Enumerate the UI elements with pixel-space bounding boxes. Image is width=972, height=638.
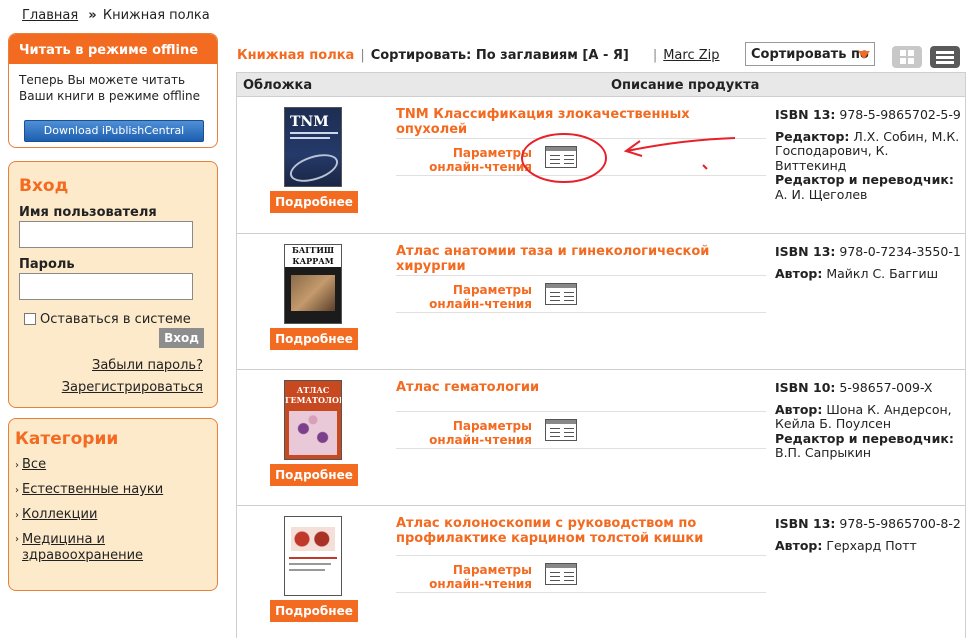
login-title: Вход: [19, 176, 69, 196]
column-header-cover: Обложка: [243, 78, 313, 93]
category-item: › Естественные науки: [15, 482, 217, 499]
username-input[interactable]: [19, 221, 193, 248]
password-input[interactable]: [19, 273, 193, 300]
author-value: Майкл С. Баггиш: [826, 265, 939, 281]
translator-value: А. И. Щеголев: [775, 186, 868, 202]
isbn-label: ISBN 10:: [775, 380, 836, 395]
author-label: Автор:: [775, 537, 823, 553]
author-label: Автор:: [775, 401, 823, 417]
isbn-value: 978-5-9865700-8-2: [839, 516, 961, 531]
bullet-icon: ›: [15, 485, 19, 496]
details-button[interactable]: Подробнее: [270, 328, 358, 350]
bullet-icon: ›: [15, 460, 19, 471]
isbn-label: ISBN 13:: [775, 107, 836, 122]
details-button[interactable]: Подробнее: [270, 191, 358, 213]
login-button[interactable]: Вход: [159, 328, 204, 348]
reader-settings-icon[interactable]: [545, 146, 577, 168]
book-cover-image[interactable]: TNM: [284, 107, 342, 187]
editor-label: Редактор:: [775, 128, 850, 144]
toolbar-divider: |: [360, 48, 365, 63]
marc-zip-link[interactable]: Marc Zip: [663, 48, 719, 63]
offline-panel-text: Теперь Вы можете читать Ваши книги в реж…: [19, 73, 201, 103]
reader-settings-icon[interactable]: [545, 419, 577, 441]
translator-label: Редактор и переводчик:: [775, 430, 954, 446]
sort-select[interactable]: Сортировать по: [745, 42, 875, 66]
book-title-link[interactable]: Атлас анатомии таза и гинекологической х…: [396, 244, 756, 274]
shelf-toolbar: Книжная полка | Сортировать: По заглавиям …: [237, 48, 720, 63]
download-reader-button[interactable]: Download iPublishCentral Reader: [24, 120, 204, 147]
column-header-description: Описание продукта: [611, 78, 760, 93]
categories-title: Категории: [15, 429, 119, 449]
offline-panel: Читать в режиме offline Теперь Вы можете…: [8, 33, 218, 148]
bullet-icon: ›: [15, 510, 19, 521]
grid-view-button[interactable]: [892, 46, 922, 68]
remember-me-label: Оставаться в системе: [40, 312, 191, 327]
reader-settings-icon[interactable]: [545, 283, 577, 305]
book-cover-image[interactable]: [284, 516, 342, 596]
isbn-value: 978-5-9865702-5-9: [839, 107, 961, 122]
online-reading-params: Параметры онлайн-чтения: [396, 411, 766, 449]
bullet-icon: ›: [15, 534, 19, 545]
author-value: Герхард Потт: [826, 537, 917, 553]
sort-status: Сортировать: По заглавиям [А - Я]: [370, 48, 629, 63]
chevron-down-icon: [858, 51, 870, 59]
category-item: › Коллекции: [15, 507, 217, 524]
isbn-value: 978-0-7234-3550-1: [839, 244, 961, 259]
translator-label: Редактор и переводчик:: [775, 172, 954, 187]
book-title-link[interactable]: Атлас колоноскопии с руководством по про…: [396, 516, 756, 546]
category-link-medicine[interactable]: Медицина и здравоохранение: [22, 532, 162, 564]
breadcrumb-separator: »: [88, 8, 97, 23]
offline-panel-title: Читать в режиме offline: [9, 34, 217, 64]
login-panel: Вход Имя пользователя Пароль Оставаться …: [8, 161, 218, 408]
online-reading-label[interactable]: Параметры онлайн-чтения: [416, 563, 532, 591]
breadcrumb-current: Книжная полка: [102, 8, 210, 23]
book-meta: ISBN 13: 978-5-9865702-5-9 Редактор: Л.Х…: [775, 107, 961, 202]
online-reading-params: Параметры онлайн-чтения: [396, 555, 766, 593]
category-link-collections[interactable]: Коллекции: [22, 507, 97, 522]
isbn-label: ISBN 13:: [775, 516, 836, 531]
online-reading-params: Параметры онлайн-чтения: [396, 275, 766, 313]
book-title-link[interactable]: TNM Классификация злокачественных опухол…: [396, 107, 756, 137]
toolbar-divider: |: [652, 48, 658, 63]
shelf-title: Книжная полка: [237, 48, 355, 63]
reader-settings-icon[interactable]: [545, 563, 577, 585]
sort-select-value: Сортировать по: [751, 47, 869, 62]
breadcrumb-home-link[interactable]: Главная: [22, 8, 78, 23]
book-cover-image[interactable]: АТЛАСГЕМАТОЛОГИИ: [284, 380, 342, 460]
category-item: › Медицина и здравоохранение: [15, 532, 217, 564]
remember-me-checkbox[interactable]: [24, 313, 36, 325]
translator-value: В.П. Сапрыкин: [775, 445, 872, 460]
book-title-link[interactable]: Атлас гематологии: [396, 380, 756, 395]
details-button[interactable]: Подробнее: [270, 600, 358, 622]
book-meta: ISBN 10: 5-98657-009-X Автор: Шона К. Ан…: [775, 380, 961, 461]
isbn-label: ISBN 13:: [775, 244, 836, 259]
table-row: Подробнее Атлас колоноскопии с руководст…: [237, 505, 965, 638]
table-row: АТЛАСГЕМАТОЛОГИИ Подробнее Атлас гематол…: [237, 369, 965, 505]
book-meta: ISBN 13: 978-0-7234-3550-1 Автор: Майкл …: [775, 244, 961, 281]
username-label: Имя пользователя: [19, 205, 157, 220]
breadcrumb: Главная » Книжная полка: [22, 8, 210, 23]
book-cover-image[interactable]: БАГГИШ КАРРАМ: [284, 244, 342, 324]
details-button[interactable]: Подробнее: [270, 464, 358, 486]
online-reading-label[interactable]: Параметры онлайн-чтения: [416, 283, 532, 311]
author-label: Автор:: [775, 265, 823, 281]
table-header: Обложка Описание продукта: [237, 73, 965, 97]
forgot-password-link[interactable]: Забыли пароль?: [92, 358, 203, 373]
register-link[interactable]: Зарегистрироваться: [62, 380, 203, 395]
list-view-button[interactable]: [930, 46, 960, 68]
category-link-natural-sciences[interactable]: Естественные науки: [22, 482, 163, 497]
password-label: Пароль: [19, 257, 75, 272]
table-row: БАГГИШ КАРРАМ Подробнее Атлас анатомии та…: [237, 233, 965, 369]
isbn-value: 5-98657-009-X: [839, 380, 933, 395]
table-row: TNM Подробнее TNM Классификация злокачес…: [237, 97, 965, 233]
book-table: Обложка Описание продукта TNM Подробнее …: [236, 72, 966, 638]
category-item: › Все: [15, 457, 217, 474]
online-reading-params: Параметры онлайн-чтения: [396, 138, 766, 176]
online-reading-label[interactable]: Параметры онлайн-чтения: [416, 419, 532, 447]
category-link-all[interactable]: Все: [22, 457, 46, 472]
book-meta: ISBN 13: 978-5-9865700-8-2 Автор: Герхар…: [775, 516, 961, 553]
online-reading-label[interactable]: Параметры онлайн-чтения: [416, 146, 532, 174]
categories-panel: Категории › Все › Естественные науки › Колл…: [8, 418, 218, 591]
